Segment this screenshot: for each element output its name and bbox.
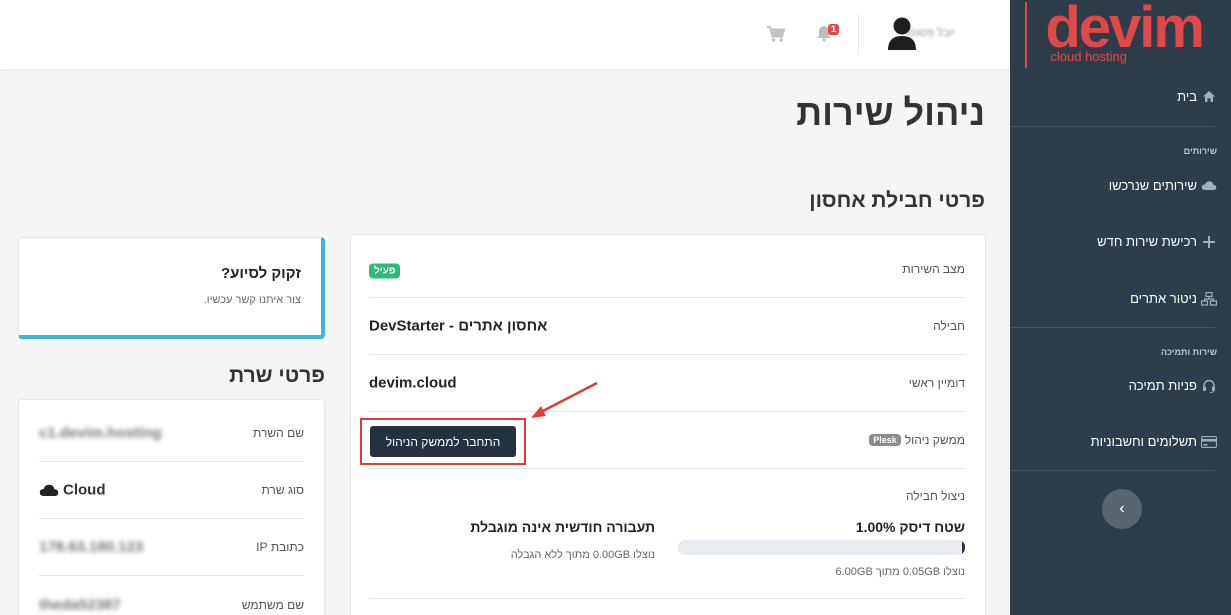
sidebar-collapse-button[interactable]: › <box>1102 489 1142 529</box>
sidebar-divider <box>1010 126 1215 127</box>
topbar-separator <box>858 14 859 54</box>
server-ip-row: כתובת IP 178.63.180.123 <box>39 519 304 576</box>
sidebar-item-home[interactable]: בית <box>1010 89 1231 104</box>
section-title-package: פרטי חבילת אחסון <box>809 189 985 212</box>
package-label: חבילה <box>933 319 965 333</box>
sidebar-item-label: ניטור אתרים <box>1130 291 1197 306</box>
sidebar-item-billing[interactable]: תשלומים וחשבוניות <box>1010 434 1231 449</box>
cart-icon[interactable] <box>766 25 786 43</box>
server-username-label: שם משתמש <box>241 597 304 612</box>
plus-icon <box>1201 235 1217 248</box>
disk-usage-title: שטח דיסק 1.00% <box>855 519 965 535</box>
status-badge: פעיל <box>369 263 401 279</box>
cloud-icon <box>39 484 59 496</box>
status-label: מצב השירות <box>902 262 965 276</box>
home-icon <box>1201 90 1217 103</box>
disk-usage-detail: נוצלו 0.05GB מתוך 6.00GB <box>835 566 965 578</box>
sidebar-item-site-monitoring[interactable]: ניטור אתרים <box>1010 291 1231 306</box>
sidebar-item-new-service[interactable]: רכישת שירות חדש <box>1010 234 1231 249</box>
help-card[interactable]: זקוק לסיוע? צור איתנו קשר עכשיו. <box>18 237 325 339</box>
server-type-text: Cloud <box>63 481 106 499</box>
sidebar-item-support-tickets[interactable]: פניות תמיכה <box>1010 378 1231 393</box>
sidebar-item-label: בית <box>1177 89 1197 104</box>
annotation-arrow-icon <box>531 381 598 418</box>
server-username-value: theda52387 <box>39 596 121 613</box>
sidebar-item-label: פניות תמיכה <box>1128 378 1197 393</box>
disk-usage-fill <box>962 540 965 555</box>
server-name-row: שם השרת c1.devim.hosting <box>39 405 304 462</box>
domain-value: devim.cloud <box>369 374 457 392</box>
server-ip-value: 178.63.180.123 <box>39 538 144 556</box>
traffic-usage-title: תעבורה חודשית אינה מוגבלת <box>470 519 655 535</box>
sidebar-item-label: שירותים שנרכשו <box>1108 178 1197 193</box>
logo-accent-line <box>1025 2 1027 68</box>
server-type-label: סוג שרת <box>261 483 305 497</box>
server-ip-label: כתובת IP <box>256 540 304 554</box>
user-avatar-icon[interactable] <box>887 16 917 50</box>
cloud-icon <box>1201 180 1217 191</box>
devim-logo[interactable]: devim cloud hosting <box>1023 0 1205 68</box>
panel-label: ממשק ניהול Plesk <box>869 433 965 447</box>
sidebar: devim cloud hosting בית שירותים שירותים … <box>1010 0 1231 615</box>
sidebar-section-services: שירותים <box>1183 146 1217 156</box>
sidebar-item-label: תשלומים וחשבוניות <box>1090 434 1197 449</box>
sidebar-divider <box>1010 470 1215 471</box>
connect-panel-button[interactable]: התחבר לממשק הניהול <box>370 426 516 457</box>
server-username-row: שם משתמש theda52387 <box>39 576 304 615</box>
disk-usage-progress <box>678 540 965 555</box>
notification-count-badge: 1 <box>827 24 839 35</box>
help-subtitle[interactable]: צור איתנו קשר עכשיו. <box>204 294 301 306</box>
topbar: יובל פסגסו 1 <box>0 0 1010 69</box>
server-name-value: c1.devim.hosting <box>39 424 162 442</box>
service-details-card: מצב השירות פעיל חבילה אחסון אתרים - DevS… <box>350 234 986 615</box>
traffic-usage-detail: נוצלו 0.00GB מתוך ללא הגבלה <box>510 549 655 561</box>
usage-label: ניצול חבילה <box>905 489 965 503</box>
domain-label: דומיין ראשי <box>908 376 965 390</box>
page-title: ניהול שירות <box>796 92 985 133</box>
server-name-label: שם השרת <box>253 426 304 440</box>
logo-tagline: cloud hosting <box>1050 49 1127 64</box>
panel-label-text: ממשק ניהול <box>904 433 965 447</box>
package-value: אחסון אתרים - DevStarter <box>369 317 548 335</box>
headset-icon <box>1201 379 1217 393</box>
service-domain-row: דומיין ראשי devim.cloud <box>369 355 965 412</box>
status-value: פעיל <box>369 261 401 279</box>
sidebar-item-purchased-services[interactable]: שירותים שנרכשו <box>1010 178 1231 193</box>
help-title: זקוק לסיוע? <box>220 265 301 282</box>
server-details-card: שם השרת c1.devim.hosting סוג שרת Cloud כ… <box>18 399 325 615</box>
network-icon <box>1201 291 1217 306</box>
chevron-right-icon: › <box>1119 500 1125 517</box>
sidebar-section-support: שירות ותמיכה <box>1160 347 1217 357</box>
sidebar-item-label: רכישת שירות חדש <box>1097 234 1197 249</box>
service-status-row: מצב השירות פעיל <box>369 241 965 298</box>
sidebar-divider <box>1010 327 1215 328</box>
server-type-row: סוג שרת Cloud <box>39 462 304 519</box>
card-divider <box>369 598 965 599</box>
service-package-row: חבילה אחסון אתרים - DevStarter <box>369 298 965 355</box>
plesk-badge: Plesk <box>869 434 901 446</box>
credit-card-icon <box>1201 435 1217 448</box>
server-type-value: Cloud <box>39 482 106 499</box>
section-title-server: פרטי שרת <box>229 364 325 387</box>
